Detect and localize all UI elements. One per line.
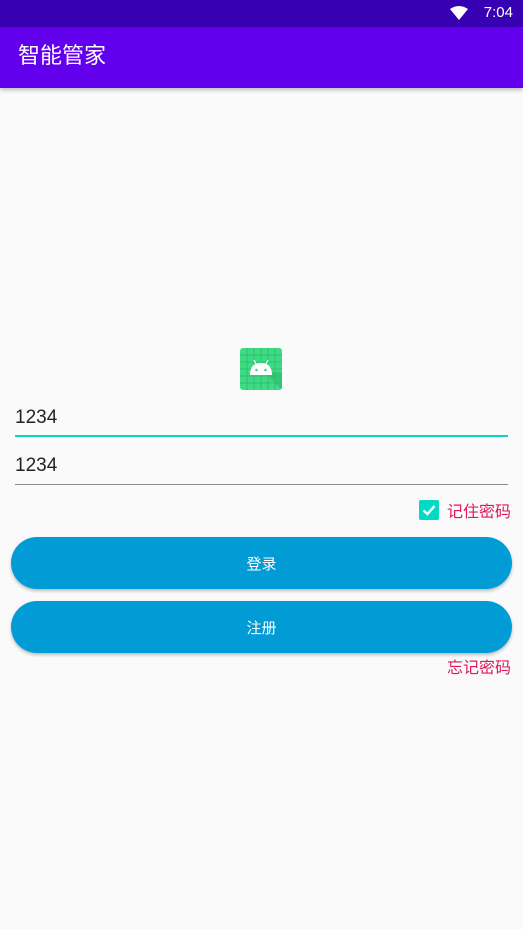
checkbox-checked-icon[interactable]	[418, 500, 439, 520]
login-button[interactable]: 登录	[11, 537, 512, 589]
status-time: 7:04	[483, 4, 513, 21]
app-bar: 智能管家	[0, 27, 523, 88]
forgot-password-link[interactable]: 忘记密码	[447, 654, 511, 678]
status-indicators: 7:04	[449, 4, 513, 21]
app-title: 智能管家	[18, 44, 107, 69]
register-button[interactable]: 注册	[11, 601, 512, 653]
username-field[interactable]	[15, 401, 508, 437]
remember-password-checkbox[interactable]: 记住密码	[418, 498, 511, 522]
password-field[interactable]	[15, 449, 508, 485]
username-underline	[15, 435, 508, 437]
wifi-icon	[449, 5, 468, 20]
remember-password-label[interactable]: 记住密码	[447, 498, 511, 522]
username-input[interactable]	[15, 401, 508, 435]
android-logo-icon	[240, 348, 282, 390]
password-underline	[15, 484, 508, 485]
password-input[interactable]	[15, 449, 508, 483]
status-bar: 7:04	[0, 0, 523, 27]
